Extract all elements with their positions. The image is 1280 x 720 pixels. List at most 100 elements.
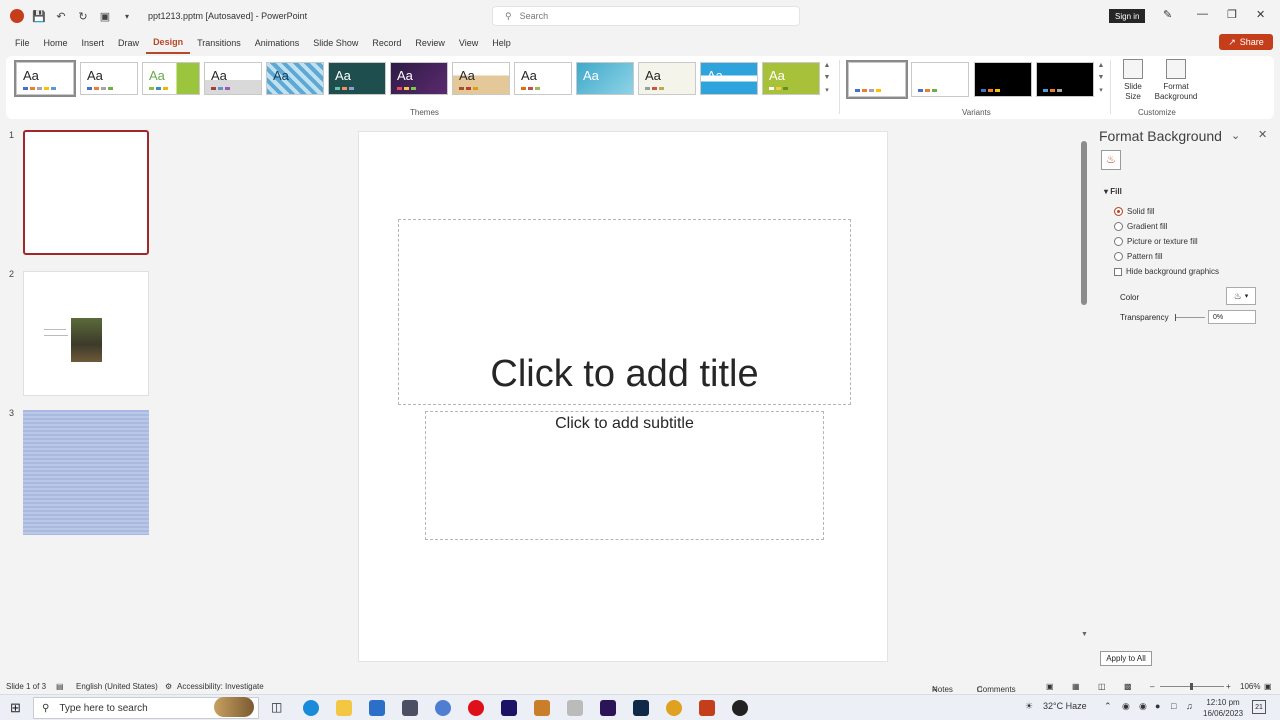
tab-view[interactable]: View [452, 32, 485, 54]
apply-to-all-button[interactable]: Apply to All [1100, 651, 1152, 666]
theme-2[interactable]: Aa [80, 62, 138, 95]
slideshow-view-icon[interactable]: ▩ [1124, 682, 1132, 691]
theme-7[interactable]: Aa [390, 62, 448, 95]
radio[interactable] [1114, 237, 1123, 246]
tray-chevron-icon[interactable]: ⌃ [1104, 701, 1112, 712]
variants-more-icon[interactable]: ▾ [1096, 86, 1106, 94]
close-pane-icon[interactable]: ✕ [1258, 128, 1267, 141]
undo-icon[interactable]: ↶ [54, 9, 68, 23]
theme-11[interactable]: Aa [638, 62, 696, 95]
scroll-down-icon[interactable]: ▼ [1081, 631, 1088, 638]
reading-view-icon[interactable]: ◫ [1098, 682, 1106, 691]
theme-office[interactable]: Aa [14, 60, 76, 97]
clock[interactable]: 12:10 pm 16/06/2023 [1203, 697, 1243, 719]
slide-size-button[interactable]: Slide Size [1118, 59, 1148, 102]
subtitle-placeholder[interactable]: Click to add subtitle [425, 411, 824, 540]
slide-thumbnail-1[interactable] [23, 130, 149, 255]
slide-sorter-icon[interactable]: ▦ [1072, 682, 1080, 691]
theme-10[interactable]: Aa [576, 62, 634, 95]
app-icon[interactable] [732, 700, 748, 716]
tab-design[interactable]: Design [146, 32, 191, 54]
pattern-fill-option[interactable]: Pattern fill [1114, 252, 1163, 261]
fill-section-header[interactable]: ▾ Fill [1104, 187, 1122, 196]
solid-fill-option[interactable]: Solid fill [1114, 207, 1155, 216]
theme-5[interactable]: Aa [266, 62, 324, 95]
restore-icon[interactable]: ❐ [1227, 8, 1237, 21]
tab-home[interactable]: Home [37, 32, 75, 54]
radio[interactable] [1114, 222, 1123, 231]
search-input[interactable]: ⚲ Search [492, 6, 800, 26]
zoom-slider-handle[interactable] [1190, 683, 1193, 690]
slide-thumbnail-2[interactable] [23, 271, 149, 396]
theme-8[interactable]: Aa [452, 62, 510, 95]
pane-scrollbar[interactable]: ▼ [1081, 121, 1088, 681]
theme-3[interactable]: Aa [142, 62, 200, 95]
tab-insert[interactable]: Insert [75, 32, 112, 54]
transparency-slider[interactable] [1175, 314, 1205, 321]
photoshop-icon[interactable] [633, 700, 649, 716]
opera-icon[interactable] [468, 700, 484, 716]
theme-13[interactable]: Aa [762, 62, 820, 95]
notifications-icon[interactable]: 21 [1252, 700, 1266, 714]
gradient-fill-option[interactable]: Gradient fill [1114, 222, 1167, 231]
minimize-icon[interactable]: — [1197, 8, 1208, 20]
tray-app-icon[interactable]: ◉ [1122, 701, 1130, 712]
tab-animations[interactable]: Animations [248, 32, 307, 54]
title-placeholder[interactable]: Click to add title [398, 219, 851, 405]
tray-app-icon[interactable]: ◉ [1139, 701, 1147, 712]
zoom-in-icon[interactable]: + [1226, 682, 1231, 691]
language-status[interactable]: English (United States) [76, 682, 158, 691]
app-icon[interactable] [534, 700, 550, 716]
themes-scroll-up-icon[interactable]: ▲ [822, 62, 832, 69]
premiere-icon[interactable] [501, 700, 517, 716]
powerpoint-taskbar-icon[interactable] [699, 700, 715, 716]
variant-1[interactable] [846, 60, 908, 99]
present-icon[interactable]: ▣ [98, 9, 112, 23]
network-icon[interactable]: □ [1171, 701, 1176, 711]
app-icon[interactable] [567, 700, 583, 716]
app-icon[interactable] [435, 700, 451, 716]
slide-thumbnail-3[interactable] [23, 410, 149, 535]
tab-slide-show[interactable]: Slide Show [306, 32, 365, 54]
normal-view-icon[interactable]: ▣ [1046, 682, 1054, 691]
zoom-level[interactable]: 106% [1240, 682, 1260, 691]
variant-3[interactable] [974, 62, 1032, 97]
checkbox[interactable] [1114, 267, 1122, 276]
redo-icon[interactable]: ↻ [76, 9, 90, 23]
fit-to-window-icon[interactable]: ▣ [1264, 682, 1272, 691]
tab-help[interactable]: Help [485, 32, 518, 54]
variant-4[interactable] [1036, 62, 1094, 97]
zoom-slider[interactable] [1160, 683, 1224, 690]
radio[interactable] [1114, 252, 1123, 261]
close-icon[interactable]: ✕ [1256, 8, 1265, 21]
fill-tab[interactable]: ♨ [1101, 150, 1121, 170]
variant-2[interactable] [911, 62, 969, 97]
microphone-icon[interactable]: ● [1155, 701, 1160, 711]
windows-start-icon[interactable]: ⊞ [10, 700, 21, 716]
mail-icon[interactable] [402, 700, 418, 716]
sign-in-button[interactable]: Sign in [1109, 9, 1146, 23]
slider-handle[interactable] [1175, 314, 1176, 321]
scrollbar-thumb[interactable] [1081, 141, 1087, 305]
theme-6[interactable]: Aa [328, 62, 386, 95]
tab-transitions[interactable]: Transitions [190, 32, 248, 54]
volume-icon[interactable]: ♫ [1186, 701, 1193, 711]
pen-icon[interactable]: ✎ [1163, 8, 1172, 21]
edge-icon[interactable] [303, 700, 319, 716]
temperature[interactable]: 32°C Haze [1043, 701, 1087, 711]
theme-4[interactable]: Aa [204, 62, 262, 95]
task-view-icon[interactable]: ◫ [271, 700, 282, 714]
chevron-down-icon[interactable]: ⌄ [1231, 129, 1240, 142]
zoom-out-icon[interactable]: – [1150, 682, 1154, 691]
transparency-input[interactable]: 0% [1208, 310, 1256, 324]
share-button[interactable]: ↗ Share [1219, 34, 1273, 50]
save-icon[interactable]: 💾 [32, 9, 46, 23]
variants-scroll-up-icon[interactable]: ▲ [1096, 62, 1106, 69]
theme-12[interactable]: Aa [700, 62, 758, 95]
store-icon[interactable] [369, 700, 385, 716]
tab-draw[interactable]: Draw [111, 32, 146, 54]
format-background-button[interactable]: Format Background [1154, 59, 1198, 102]
after-effects-icon[interactable] [600, 700, 616, 716]
color-picker-button[interactable]: ♨ ▾ [1226, 287, 1256, 305]
file-explorer-icon[interactable] [336, 700, 352, 716]
